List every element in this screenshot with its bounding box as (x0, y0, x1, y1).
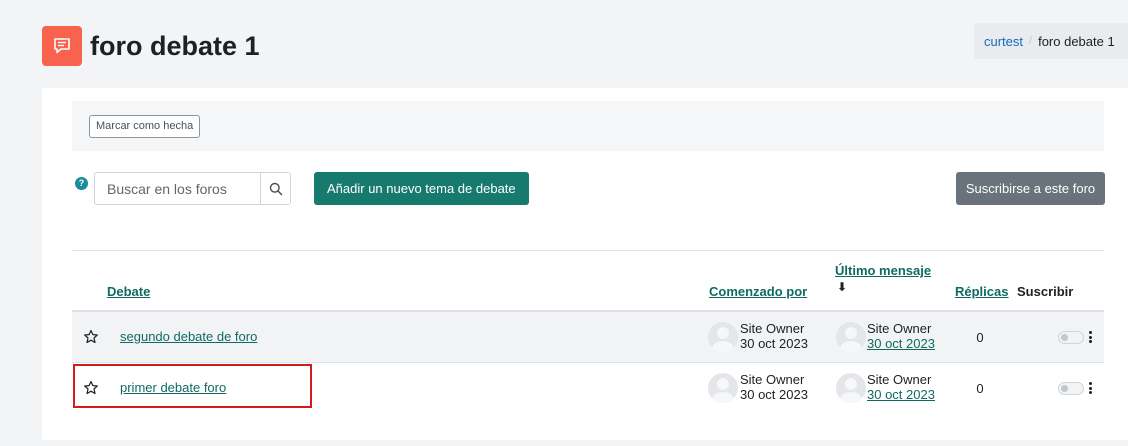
avatar[interactable] (708, 322, 738, 352)
last-post-user: Site Owner 30 oct 2023 (867, 321, 935, 351)
column-header-last-post[interactable]: Último mensaje (835, 263, 931, 278)
avatar[interactable] (836, 373, 866, 403)
started-by-user: Site Owner 30 oct 2023 (740, 321, 808, 351)
subscribe-forum-button[interactable]: Suscribirse a este foro (956, 172, 1105, 205)
help-icon[interactable]: ? (75, 177, 88, 190)
actions-menu-icon[interactable] (1085, 380, 1095, 396)
subscribe-toggle[interactable] (1058, 382, 1084, 395)
breadcrumb-item-current: foro debate 1 (1038, 33, 1115, 49)
star-icon[interactable] (82, 328, 100, 346)
activity-completion-bar: Marcar como hecha (72, 101, 1104, 151)
table-row: segundo debate de foro Site Owner 30 oct… (72, 312, 1104, 362)
forum-icon (42, 26, 82, 66)
page-header: foro debate 1 curtest / foro debate 1 (0, 0, 1128, 88)
search-button[interactable] (260, 173, 290, 204)
replies-count[interactable]: 0 (970, 330, 990, 345)
subscribe-toggle[interactable] (1058, 331, 1084, 344)
column-header-subscribe: Suscribir (1017, 284, 1074, 299)
last-post-name[interactable]: Site Owner (867, 372, 935, 387)
breadcrumb: curtest / foro debate 1 (974, 23, 1128, 59)
search-input[interactable] (95, 173, 260, 204)
sort-descending-icon: ⬇ (837, 280, 848, 294)
forum-page: foro debate 1 curtest / foro debate 1 Ma… (0, 0, 1128, 446)
page-title: foro debate 1 (90, 31, 260, 61)
column-header-discussion[interactable]: Debate (107, 284, 150, 299)
mark-as-done-button[interactable]: Marcar como hecha (89, 115, 201, 138)
highlight-annotation (73, 364, 312, 408)
search-group (94, 172, 291, 205)
add-discussion-topic-button[interactable]: Añadir un nuevo tema de debate (314, 172, 529, 205)
started-by-user: Site Owner 30 oct 2023 (740, 372, 808, 402)
last-post-user: Site Owner 30 oct 2023 (867, 372, 935, 402)
breadcrumb-separator-icon: / (1029, 35, 1033, 47)
breadcrumb-item-course[interactable]: curtest (984, 34, 1023, 49)
actions-menu-icon[interactable] (1085, 329, 1095, 345)
replies-count[interactable]: 0 (970, 381, 990, 396)
started-by-date: 30 oct 2023 (740, 387, 808, 402)
search-icon (269, 182, 282, 195)
avatar[interactable] (708, 373, 738, 403)
last-post-name[interactable]: Site Owner (867, 321, 935, 336)
started-by-name[interactable]: Site Owner (740, 321, 808, 336)
last-post-date-link[interactable]: 30 oct 2023 (867, 336, 935, 351)
column-header-started-by[interactable]: Comenzado por (709, 284, 807, 299)
started-by-date: 30 oct 2023 (740, 336, 808, 351)
discussion-link[interactable]: segundo debate de foro (120, 329, 257, 344)
last-post-date-link[interactable]: 30 oct 2023 (867, 387, 935, 402)
column-header-replies[interactable]: Réplicas (955, 284, 1008, 299)
started-by-name[interactable]: Site Owner (740, 372, 808, 387)
avatar[interactable] (836, 322, 866, 352)
table-divider (72, 250, 1104, 251)
